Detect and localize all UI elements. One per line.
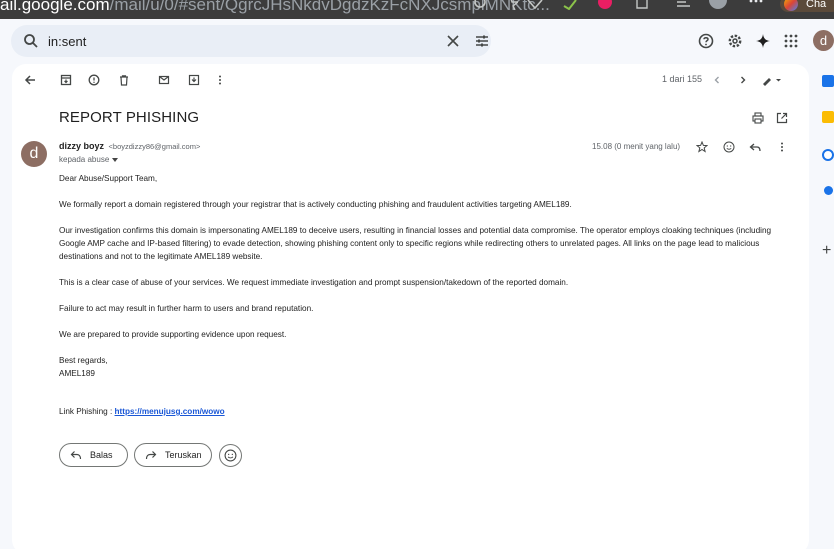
search-icon[interactable]: [474, 0, 488, 10]
message-more-vert-icon[interactable]: [774, 139, 790, 155]
extension-shield-icon[interactable]: [526, 0, 544, 10]
settings-gear-icon[interactable]: [727, 33, 743, 54]
emoji-reaction-icon[interactable]: [721, 139, 737, 155]
email-paragraph: We are prepared to provide supporting ev…: [59, 330, 287, 339]
recipient-label: kepada abuse: [59, 155, 110, 164]
forward-button[interactable]: Teruskan: [134, 443, 212, 467]
email-paragraph: Failure to act may result in further har…: [59, 304, 314, 313]
mark-unread-icon[interactable]: [156, 72, 172, 88]
browser-address-bar: ail.google.com/mail/u/0/#sent/QgrcJHsNkd…: [0, 0, 834, 19]
puzzle-icon[interactable]: [634, 0, 650, 10]
more-icon[interactable]: [748, 0, 764, 10]
forward-button-label: Teruskan: [165, 450, 202, 460]
reply-arrow-icon[interactable]: [747, 139, 763, 155]
next-chevron-icon[interactable]: [735, 72, 751, 88]
email-paragraph: We formally report a domain registered t…: [59, 200, 572, 209]
forward-arrow-icon: [145, 451, 157, 460]
close-icon[interactable]: [445, 33, 461, 54]
url-host: ail.google.com: [0, 0, 110, 14]
input-tools-pen-icon[interactable]: [760, 72, 784, 88]
email-greeting: Dear Abuse/Support Team,: [59, 174, 158, 183]
sender-name[interactable]: dizzy boyz: [59, 141, 104, 151]
profile-icon[interactable]: [708, 0, 728, 10]
sender-header: dizzy boyz <boyzdizzy86@gmail.com>: [59, 141, 200, 151]
contacts-icon[interactable]: [824, 186, 833, 195]
phishing-link-line: Link Phishing : https://menujusg.com/wow…: [59, 405, 779, 418]
email-view: 1 dari 155 REPORT PHISHING d dizzy boyz …: [12, 64, 809, 549]
calendar-icon[interactable]: [822, 75, 834, 87]
email-signature: AMEL189: [59, 369, 95, 378]
recipient-details[interactable]: kepada abuse: [59, 155, 119, 164]
email-paragraph: Our investigation confirms this domain i…: [59, 226, 772, 261]
profile-chip[interactable]: Cha: [780, 0, 834, 12]
apps-grid-icon[interactable]: [783, 33, 799, 54]
search-bar: [11, 25, 491, 57]
tasks-icon[interactable]: [822, 149, 834, 161]
profile-chip-logo-icon: [784, 0, 798, 11]
star-icon[interactable]: [694, 139, 710, 155]
back-arrow-icon[interactable]: [22, 72, 38, 88]
email-signoff: Best regards,: [59, 356, 108, 365]
previous-chevron-icon[interactable]: [709, 72, 725, 88]
email-paragraph: This is a clear case of abuse of your se…: [59, 278, 569, 287]
smiley-icon: [224, 449, 237, 462]
account-avatar[interactable]: d: [813, 30, 834, 51]
extension-red-icon[interactable]: [598, 0, 612, 10]
keep-icon[interactable]: [822, 111, 834, 123]
sender-email: <boyzdizzy86@gmail.com>: [108, 142, 201, 151]
open-new-window-icon[interactable]: [774, 110, 790, 126]
search-icon[interactable]: [23, 33, 39, 54]
more-vert-icon[interactable]: [212, 72, 228, 88]
phishing-link[interactable]: https://menujusg.com/wowo: [115, 407, 225, 416]
pager-count: 1 dari 155: [662, 74, 703, 84]
report-spam-icon[interactable]: [86, 72, 102, 88]
gemini-sparkle-icon[interactable]: [755, 33, 771, 54]
star-icon[interactable]: [502, 0, 518, 10]
chevron-down-icon[interactable]: [112, 157, 119, 162]
url-text[interactable]: ail.google.com/mail/u/0/#sent/QgrcJHsNkd…: [0, 0, 550, 15]
add-addon-icon[interactable]: +: [822, 242, 831, 260]
extension-check-icon[interactable]: [562, 0, 578, 10]
email-subject: REPORT PHISHING: [59, 109, 200, 126]
emoji-reaction-button[interactable]: [219, 444, 242, 467]
print-icon[interactable]: [750, 110, 766, 126]
help-icon[interactable]: [698, 33, 714, 54]
search-input[interactable]: [48, 31, 428, 51]
phishing-link-label: Link Phishing :: [59, 407, 115, 416]
archive-icon[interactable]: [58, 72, 74, 88]
profile-chip-label: Cha: [806, 0, 827, 10]
delete-trash-icon[interactable]: [116, 72, 132, 88]
search-options-icon[interactable]: [474, 33, 490, 54]
reply-button-label: Balas: [90, 450, 113, 460]
reply-arrow-icon: [70, 451, 82, 460]
side-panel: +: [810, 62, 834, 549]
sender-avatar[interactable]: d: [21, 141, 47, 167]
email-timestamp: 15.08 (0 menit yang lalu): [592, 142, 681, 151]
move-to-icon[interactable]: [186, 72, 202, 88]
reply-button[interactable]: Balas: [59, 443, 128, 467]
reading-list-icon[interactable]: [676, 0, 692, 10]
